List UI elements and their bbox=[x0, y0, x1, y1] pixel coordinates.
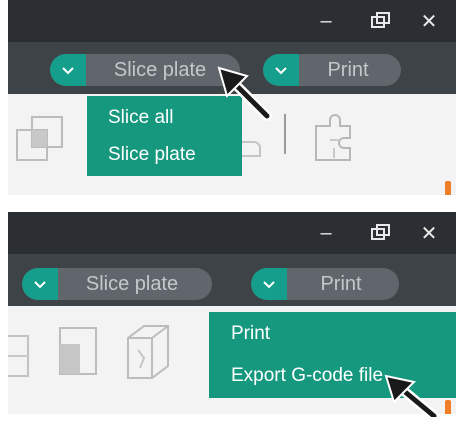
status-indicator bbox=[445, 181, 451, 195]
print-menu-screenshot: – ✕ Slice plate Print Print Export G-cod… bbox=[8, 212, 456, 417]
print-split-button[interactable]: Print bbox=[263, 54, 401, 86]
arrange-icon[interactable] bbox=[8, 326, 38, 386]
title-bar: – ✕ bbox=[8, 0, 456, 42]
slice-plate-split-button[interactable]: Slice plate bbox=[50, 54, 240, 86]
restore-icon bbox=[371, 12, 390, 28]
box-icon[interactable] bbox=[120, 320, 176, 384]
assembly-icon[interactable] bbox=[308, 110, 364, 166]
print-button[interactable]: Print bbox=[303, 54, 393, 86]
slice-menu-screenshot: – ✕ Slice plate Print Slice all Slice pl… bbox=[8, 0, 456, 195]
minimize-button[interactable]: – bbox=[311, 6, 341, 36]
print-split-button[interactable]: Print bbox=[251, 268, 399, 300]
pointer-arrow-icon bbox=[217, 66, 272, 121]
status-indicator bbox=[445, 400, 451, 414]
slice-plate-button[interactable]: Slice plate bbox=[62, 268, 202, 300]
chevron-down-icon bbox=[263, 280, 275, 288]
chevron-down-icon bbox=[62, 66, 74, 74]
chevron-down-icon bbox=[34, 280, 46, 288]
print-dropdown-toggle[interactable] bbox=[251, 268, 287, 300]
close-button[interactable]: ✕ bbox=[414, 218, 444, 248]
menu-item-print[interactable]: Print bbox=[209, 316, 456, 352]
toolbar: Slice plate Print bbox=[8, 254, 456, 306]
restore-button[interactable] bbox=[366, 218, 396, 248]
slice-plate-button[interactable]: Slice plate bbox=[90, 54, 230, 86]
chevron-down-icon bbox=[275, 66, 287, 74]
menu-item-slice-plate[interactable]: Slice plate bbox=[87, 137, 263, 173]
layout-icon[interactable] bbox=[54, 322, 104, 382]
minimize-button[interactable]: – bbox=[311, 218, 341, 248]
print-button[interactable]: Print bbox=[291, 268, 391, 300]
slice-dropdown-toggle[interactable] bbox=[50, 54, 86, 86]
pointer-arrow-icon bbox=[384, 374, 439, 417]
title-bar: – ✕ bbox=[8, 212, 456, 254]
toolbar-divider bbox=[284, 114, 286, 154]
slice-plate-split-button[interactable]: Slice plate bbox=[22, 268, 212, 300]
restore-icon bbox=[371, 224, 390, 240]
arrange-icon[interactable] bbox=[14, 112, 74, 172]
slice-dropdown-toggle[interactable] bbox=[22, 268, 58, 300]
close-button[interactable]: ✕ bbox=[414, 6, 444, 36]
restore-button[interactable] bbox=[366, 6, 396, 36]
